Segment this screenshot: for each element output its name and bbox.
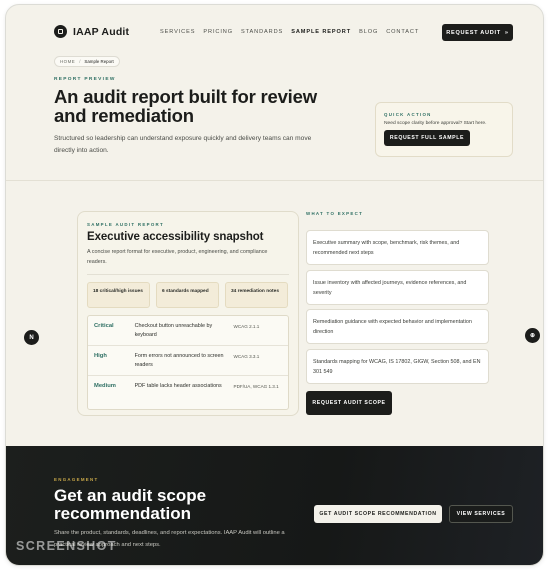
sample-report-card: SAMPLE AUDIT REPORT Executive accessibil…	[77, 211, 299, 416]
report-divider	[87, 274, 289, 275]
get-scope-recommendation-button[interactable]: GET AUDIT SCOPE RECOMMENDATION	[314, 505, 442, 523]
issue-description: PDF table lacks header associations	[134, 383, 222, 389]
stat-critical-high: 18 critical/high issues	[87, 282, 150, 308]
request-full-sample-button[interactable]: REQUEST FULL SAMPLE	[384, 130, 470, 146]
floating-left-icon[interactable]: N	[24, 330, 39, 345]
table-row: Medium PDF table lacks header associatio…	[88, 376, 288, 409]
nav-link-contact[interactable]: CONTACT	[386, 29, 419, 35]
section-divider	[6, 180, 543, 181]
expect-item: Executive summary with scope, benchmark,…	[306, 230, 489, 265]
breadcrumb: HOME / Sample Report	[54, 56, 120, 67]
breadcrumb-separator: /	[79, 59, 81, 64]
logo[interactable]: IAAP Audit	[54, 25, 129, 38]
hero-subtitle: Structured so leadership can understand …	[54, 135, 312, 154]
watermark-label: SCREENSHOT	[16, 539, 117, 553]
issue-standard: PDF/UA, WCAG 1.3.1	[233, 384, 279, 389]
accessibility-icon[interactable]: ⊕	[525, 328, 540, 343]
expect-eyebrow: WHAT TO EXPECT	[306, 211, 364, 216]
issue-description: Checkout button unreachable by keyboard	[134, 323, 213, 338]
nav-link-blog[interactable]: BLOG	[359, 29, 378, 35]
report-title: Executive accessibility snapshot	[87, 231, 264, 243]
logo-text: IAAP Audit	[73, 25, 130, 38]
table-row: Critical Checkout button unreachable by …	[88, 316, 288, 346]
severity-label: Critical	[94, 323, 114, 329]
engagement-eyebrow: ENGAGEMENT	[54, 477, 99, 482]
view-services-button[interactable]: VIEW SERVICES	[449, 505, 513, 523]
report-eyebrow: SAMPLE AUDIT REPORT	[87, 222, 164, 227]
breadcrumb-current: Sample Report	[84, 59, 114, 64]
breadcrumb-home[interactable]: HOME	[60, 59, 75, 64]
issue-standard: WCAG 2.1.1	[233, 324, 260, 329]
issue-description: Form errors not announced to screen read…	[134, 353, 224, 368]
page-frame: IAAP Audit SERVICES PRICING STANDARDS SA…	[5, 4, 544, 566]
nav-link-pricing[interactable]: PRICING	[203, 29, 233, 35]
nav-link-standards[interactable]: STANDARDS	[241, 29, 283, 35]
request-audit-label: REQUEST AUDIT	[446, 29, 501, 36]
report-stats: 18 critical/high issues 6 standards mapp…	[87, 282, 289, 308]
hero-eyebrow: REPORT PREVIEW	[54, 77, 116, 82]
expect-item: Remediation guidance with expected behav…	[306, 309, 489, 344]
page-title: An audit report built for review and rem…	[54, 86, 317, 126]
stat-standards: 6 standards mapped	[156, 282, 219, 308]
request-audit-scope-button[interactable]: REQUEST AUDIT SCOPE	[306, 391, 392, 415]
quick-action-text: Need scope clarity before approval? Star…	[384, 121, 487, 126]
issue-table: Critical Checkout button unreachable by …	[87, 315, 289, 410]
issue-standard: WCAG 3.3.1	[233, 354, 260, 359]
nav-link-services[interactable]: SERVICES	[160, 29, 195, 35]
nav-links: SERVICES PRICING STANDARDS SAMPLE REPORT…	[160, 29, 419, 35]
nav-link-sample-report[interactable]: SAMPLE REPORT	[291, 29, 351, 35]
request-audit-button[interactable]: REQUEST AUDIT »	[442, 24, 513, 41]
arrow-right-icon: »	[504, 29, 509, 36]
top-nav: IAAP Audit SERVICES PRICING STANDARDS SA…	[6, 5, 543, 61]
engagement-title: Get an audit scope recommendation	[54, 486, 207, 523]
severity-label: Medium	[94, 383, 116, 389]
shield-logo-icon	[54, 25, 67, 38]
quick-action-card: QUICK ACTION Need scope clarity before a…	[375, 102, 513, 157]
expect-item: Standards mapping for WCAG, IS 17802, GI…	[306, 349, 489, 384]
table-row: High Form errors not announced to screen…	[88, 346, 288, 376]
expect-item: Issue inventory with affected journeys, …	[306, 270, 489, 305]
report-description: A concise report format for executive, p…	[87, 249, 268, 265]
quick-action-eyebrow: QUICK ACTION	[384, 112, 432, 117]
severity-label: High	[94, 353, 107, 359]
stat-remediation: 34 remediation notes	[225, 282, 288, 308]
